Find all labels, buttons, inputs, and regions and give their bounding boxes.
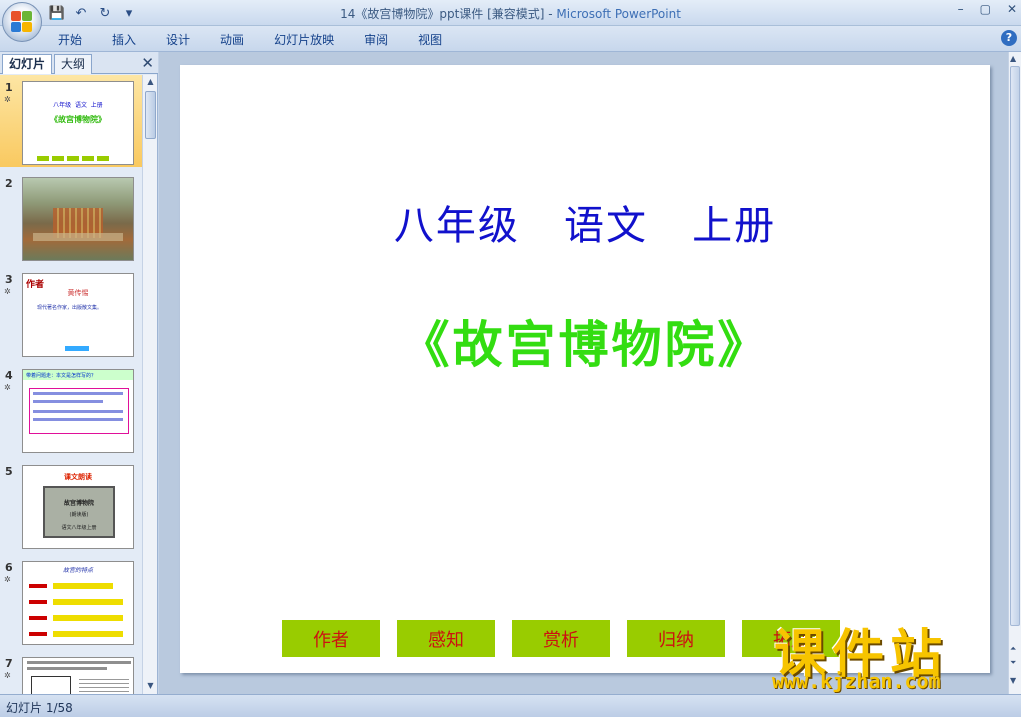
scroll-down-icon[interactable]: ▼: [1010, 676, 1016, 685]
scroll-up-icon[interactable]: ▲: [1010, 54, 1016, 63]
slides-pane: 幻灯片 大纲 ✕ 1 ✲ 八年级 语文 上册 《故宫博物院》 2 3 ✲ 作者 …: [0, 52, 158, 694]
next-slide-icon[interactable]: ⏷: [1010, 658, 1016, 668]
slide-number: 3: [5, 273, 13, 286]
animation-star-icon: ✲: [4, 383, 11, 392]
animation-star-icon: ✲: [4, 95, 11, 104]
thumb-heading: 故宫的特点: [62, 567, 93, 574]
perception-button[interactable]: 感知: [397, 620, 495, 657]
close-pane-icon[interactable]: ✕: [141, 54, 154, 72]
slide-preview: 故宫的特点: [22, 561, 134, 645]
thumbnail-scrollbar[interactable]: ▲ ▼: [142, 75, 157, 694]
minimize-button[interactable]: –: [958, 2, 964, 16]
scroll-up-icon[interactable]: ▲: [145, 77, 156, 88]
tab-view[interactable]: 视图: [406, 31, 454, 48]
window-title: 14《故宫博物院》ppt课件 [兼容模式] - Microsoft PowerP…: [0, 5, 1021, 22]
animation-star-icon: ✲: [4, 287, 11, 296]
office-button[interactable]: [2, 2, 42, 42]
slide-number: 6: [5, 561, 13, 574]
slide-number: 1: [5, 81, 13, 94]
thumb-heading: 课文朗读: [64, 473, 92, 481]
slide-preview: 作者 黄传惕 现代著名作家，出版散文集。: [22, 273, 134, 357]
tab-slides[interactable]: 幻灯片: [2, 54, 53, 74]
slide-thumbnail-7[interactable]: 7 ✲: [0, 651, 143, 694]
office-logo-icon: [11, 11, 33, 33]
document-title: 14《故宫博物院》ppt课件 [兼容模式] -: [340, 7, 557, 21]
scroll-thumb[interactable]: [145, 91, 156, 139]
slide-thumbnail-5[interactable]: 5 课文朗读 故宫博物院 (朗读版) 语文八年级上册: [0, 459, 143, 551]
tab-home[interactable]: 开始: [46, 31, 94, 48]
current-slide[interactable]: 八年级 语文 上册 《故宫博物院》 作者 感知 赏析 归纳 拓展: [180, 65, 990, 673]
title-bar: 💾 ↶ ↻ ▾ 14《故宫博物院》ppt课件 [兼容模式] - Microsof…: [0, 0, 1021, 26]
slide-preview: 课文朗读 故宫博物院 (朗读版) 语文八年级上册: [22, 465, 134, 549]
thumb-line1: 八年级 语文 上册: [53, 102, 103, 109]
thumb-box-title: 故宫博物院: [63, 500, 94, 507]
slide-counter: 幻灯片 1/58: [6, 701, 73, 715]
tab-design[interactable]: 设计: [154, 31, 202, 48]
thumb-box-sub: (朗读版): [69, 512, 89, 518]
slide-editor: 八年级 语文 上册 《故宫博物院》 作者 感知 赏析 归纳 拓展: [159, 52, 1008, 694]
tab-slideshow[interactable]: 幻灯片放映: [262, 31, 346, 48]
slide-preview: 八年级 语文 上册 《故宫博物院》: [22, 81, 134, 165]
tab-insert[interactable]: 插入: [100, 31, 148, 48]
tab-review[interactable]: 审阅: [352, 31, 400, 48]
summary-button[interactable]: 归纳: [627, 620, 725, 657]
slide-subtitle[interactable]: 八年级 语文 上册: [180, 193, 990, 251]
app-name: Microsoft PowerPoint: [556, 7, 681, 21]
status-bar: 幻灯片 1/58: [0, 694, 1021, 717]
animation-star-icon: ✲: [4, 575, 11, 584]
slide-thumbnail-1[interactable]: 1 ✲ 八年级 语文 上册 《故宫博物院》: [0, 75, 143, 167]
slide-number: 4: [5, 369, 13, 382]
thumb-sub: 黄传惕: [67, 289, 89, 297]
slide-preview: 带着问题走：本文是怎样写的？: [22, 369, 134, 453]
thumb-body: 现代著名作家，出版散文集。: [37, 305, 103, 311]
thumb-heading: 带着问题走：本文是怎样写的？: [26, 373, 97, 379]
slide-number: 7: [5, 657, 13, 670]
slide-number: 2: [5, 177, 13, 190]
slide-thumbnail-4[interactable]: 4 ✲ 带着问题走：本文是怎样写的？: [0, 363, 143, 455]
appreciation-button[interactable]: 赏析: [512, 620, 610, 657]
animation-star-icon: ✲: [4, 671, 11, 680]
tab-outline[interactable]: 大纲: [54, 54, 93, 74]
slide-thumbnail-2[interactable]: 2: [0, 171, 143, 263]
thumb-box-foot: 语文八年级上册: [61, 525, 97, 531]
slide-number: 5: [5, 465, 13, 478]
slide-preview-photo: [22, 177, 134, 261]
slide-thumbnail-3[interactable]: 3 ✲ 作者 黄传惕 现代著名作家，出版散文集。: [0, 267, 143, 359]
editor-scrollbar[interactable]: ▲ ⏶ ⏷ ▼: [1008, 52, 1021, 694]
close-button[interactable]: ✕: [1007, 2, 1017, 16]
scroll-thumb[interactable]: [1010, 66, 1020, 626]
thumb-line2: 《故宫博物院》: [50, 115, 106, 124]
slide-thumbnail-6[interactable]: 6 ✲ 故宫的特点: [0, 555, 143, 647]
tab-animation[interactable]: 动画: [208, 31, 256, 48]
author-button[interactable]: 作者: [282, 620, 380, 657]
slide-title[interactable]: 《故宫博物院》: [180, 305, 990, 377]
slide-preview: [22, 657, 134, 694]
maximize-button[interactable]: ▢: [980, 2, 991, 16]
ribbon-tab-bar: 开始 插入 设计 动画 幻灯片放映 审阅 视图 ?: [0, 26, 1021, 52]
watermark-url: www.kjzhan.com: [772, 669, 941, 693]
help-icon[interactable]: ?: [1001, 30, 1017, 46]
scroll-down-icon[interactable]: ▼: [145, 681, 156, 692]
previous-slide-icon[interactable]: ⏶: [1010, 644, 1016, 654]
